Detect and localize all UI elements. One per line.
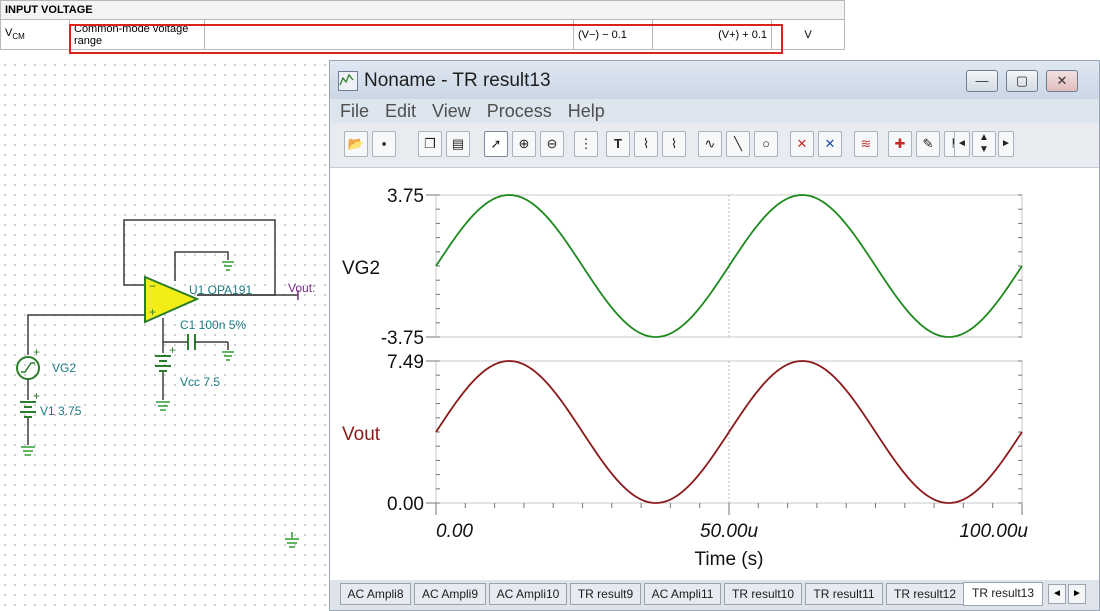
tab-ac-ampli9[interactable]: AC Ampli9	[414, 583, 486, 605]
cursor-b-icon[interactable]: ⌇	[662, 131, 686, 157]
transient-plot[interactable]: 3.75 -3.75 VG2 7.49 0.00 Vout 0.00 50.00u 100.00…	[330, 167, 1099, 577]
y-tick-label: 3.75	[387, 186, 424, 207]
tab-tr-result12[interactable]: TR result12	[886, 583, 964, 605]
menu-bar: File Edit View Process Help	[330, 99, 1099, 123]
menu-help[interactable]: Help	[562, 99, 611, 123]
series-label: VG2	[342, 258, 380, 279]
save-icon[interactable]: ▪	[372, 131, 396, 157]
y-tick-label: 7.49	[387, 352, 424, 373]
y-tick-label: 0.00	[387, 494, 424, 515]
vout-label: Vout:	[288, 281, 316, 295]
tab-tr-result11[interactable]: TR result11	[805, 583, 883, 605]
close-button[interactable]: ✕	[1046, 70, 1078, 92]
tab-tr-result10[interactable]: TR result10	[724, 583, 802, 605]
nav-left-icon[interactable]: ◄	[954, 131, 970, 157]
zoom-in-icon[interactable]: ⊕	[512, 131, 536, 157]
y-tick-label: -3.75	[381, 328, 424, 349]
nav-right-icon[interactable]: ►	[998, 131, 1014, 157]
curve-icon[interactable]: ∿	[698, 131, 722, 157]
eyedropper-icon[interactable]: ✎	[916, 131, 940, 157]
opamp-label: U1 OPA191	[189, 283, 253, 297]
marker-a-icon[interactable]: ✕	[790, 131, 814, 157]
titlebar[interactable]: Noname - TR result13 — ▢ ✕	[330, 61, 1099, 99]
marker-b-icon[interactable]: ✕	[818, 131, 842, 157]
circuit-diagram: − +	[16, 219, 299, 548]
capacitor-label: C1 100n 5%	[180, 318, 247, 332]
pick-color-icon[interactable]: ✚	[888, 131, 912, 157]
tab-ac-ampli11[interactable]: AC Ampli11	[644, 583, 721, 605]
tab-tr-result13[interactable]: TR result13	[963, 582, 1043, 606]
x-axis-label: Time (s)	[695, 549, 764, 570]
minimize-button[interactable]: —	[966, 70, 998, 92]
menu-file[interactable]: File	[334, 99, 375, 123]
tab-scroll-left-icon[interactable]: ◄	[1048, 584, 1066, 604]
tab-ac-ampli8[interactable]: AC Ampli8	[340, 583, 411, 605]
menu-view[interactable]: View	[426, 99, 477, 123]
paste-icon[interactable]: ▤	[446, 131, 470, 157]
series-label: Vout	[342, 424, 381, 445]
result-tabs: AC Ampli8 AC Ampli9 AC Ampli10 TR result…	[330, 580, 1099, 610]
vg2-plus-sign: +	[33, 345, 41, 359]
zoom-100-icon[interactable]: ⊖	[540, 131, 564, 157]
pointer-icon[interactable]: ➚	[484, 131, 508, 157]
line-icon[interactable]: ╲	[726, 131, 750, 157]
copy-icon[interactable]: ❐	[418, 131, 442, 157]
x-tick-label: 50.00u	[700, 521, 759, 542]
circle-icon[interactable]: ○	[754, 131, 778, 157]
highlight-box	[69, 24, 783, 54]
schematic-canvas[interactable]: − + U1 OPA191 Vout: C1 100n 5% Vcc 7.5 V…	[0, 60, 335, 611]
vcc-plus-sign: +	[169, 343, 177, 357]
v1-plus-sign: +	[33, 389, 41, 403]
x-tick-label: 0.00	[436, 521, 473, 542]
app-icon	[338, 71, 358, 91]
tab-tr-result9[interactable]: TR result9	[570, 583, 641, 605]
section-heading: INPUT VOLTAGE	[0, 0, 845, 20]
svg-text:−: −	[149, 279, 156, 293]
vcc-label: Vcc 7.5	[180, 375, 221, 389]
maximize-button[interactable]: ▢	[1006, 70, 1038, 92]
nav-updown-icon[interactable]: ▲ ▼	[972, 131, 996, 157]
toolbar: 📂 ▪ ❐ ▤ ➚ ⊕ ⊖ ⋮ T ⌇ ⌇ ∿ ╲ ○ ✕ ✕ ≋ ✚ ✎ ⚑ …	[330, 123, 1099, 168]
series-icon[interactable]: ≋	[854, 131, 878, 157]
text-icon[interactable]: T	[606, 131, 630, 157]
tab-scroll-right-icon[interactable]: ►	[1068, 584, 1086, 604]
parameter-symbol: VCM	[0, 19, 70, 50]
svg-text:+: +	[149, 305, 156, 319]
window-title: Noname - TR result13	[364, 70, 551, 91]
v1-label: V1 3.75	[40, 404, 82, 418]
tab-ac-ampli10[interactable]: AC Ampli10	[489, 583, 567, 605]
menu-process[interactable]: Process	[481, 99, 558, 123]
cursor-a-icon[interactable]: ⌇	[634, 131, 658, 157]
open-icon[interactable]: 📂	[344, 131, 368, 157]
vg2-label: VG2	[52, 361, 77, 375]
grid-icon[interactable]: ⋮	[574, 131, 598, 157]
tr-result-window[interactable]: Noname - TR result13 — ▢ ✕ File Edit View P…	[329, 60, 1100, 611]
x-tick-label: 100.00u	[959, 521, 1028, 542]
menu-edit[interactable]: Edit	[379, 99, 422, 123]
